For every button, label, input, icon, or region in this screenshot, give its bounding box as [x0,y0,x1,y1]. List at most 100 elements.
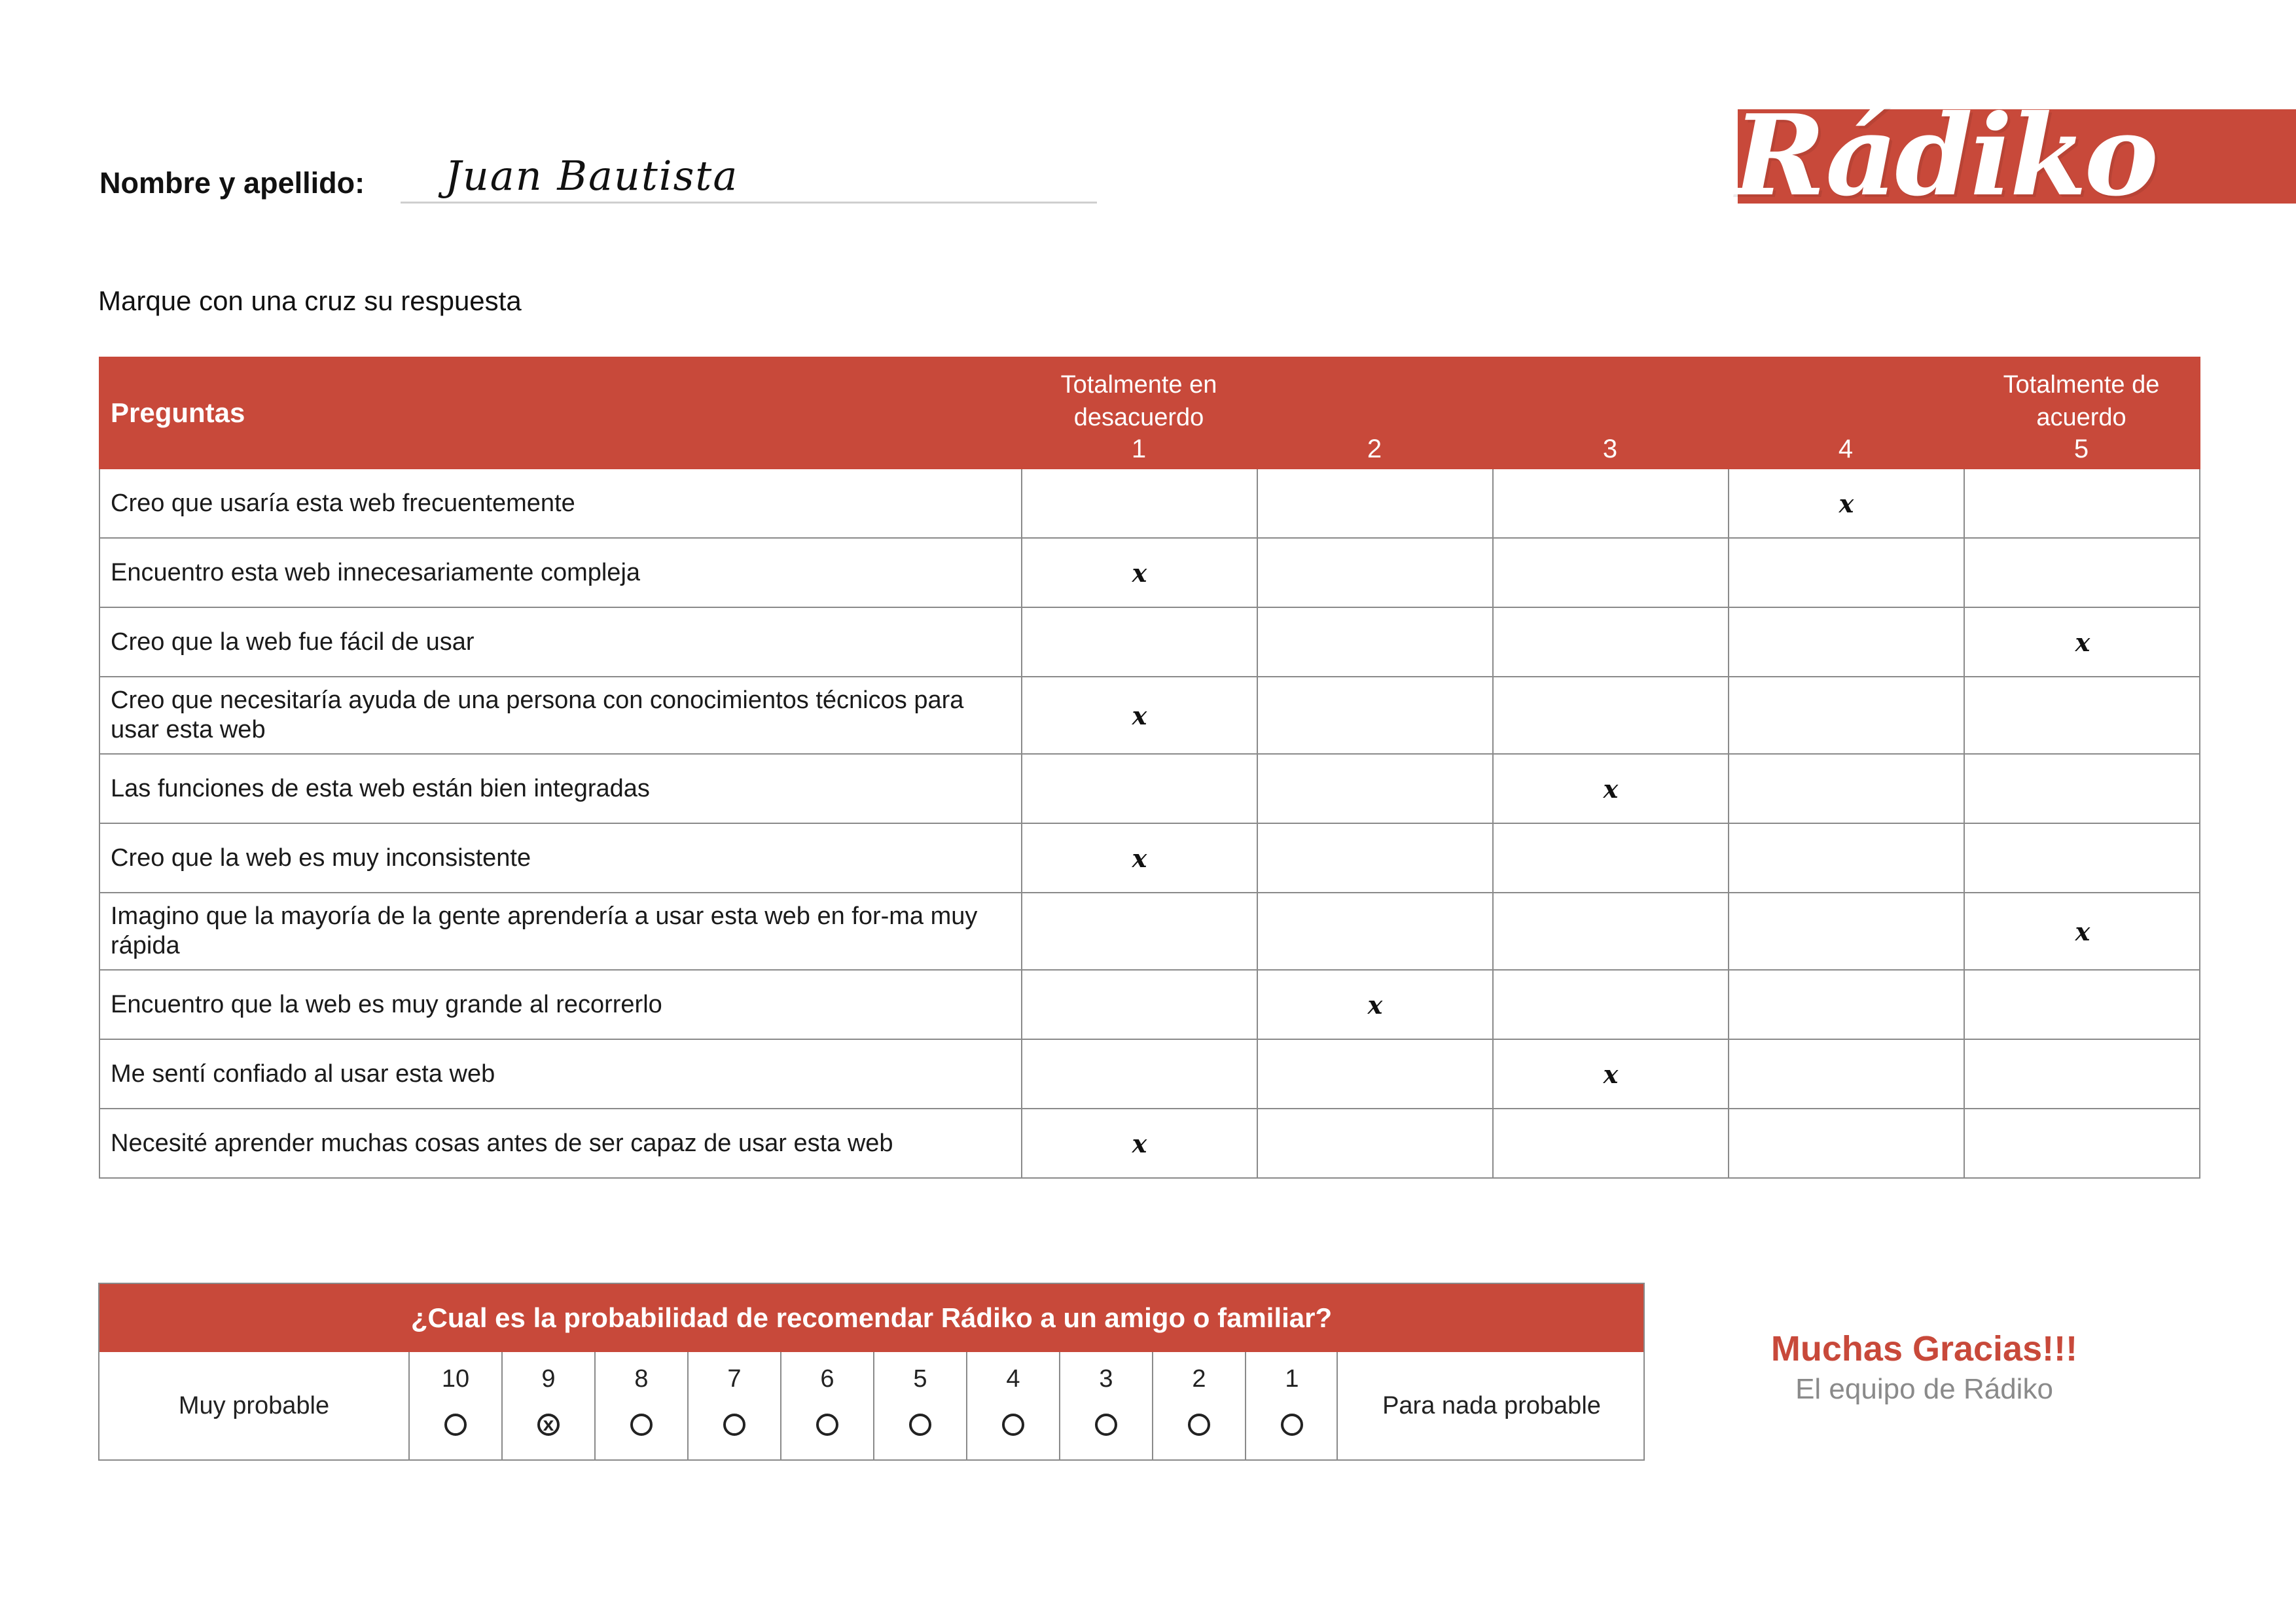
answer-cell-4[interactable]: x [1729,469,1965,537]
nps-radio[interactable] [1002,1414,1024,1436]
question-text: Las funciones de esta web están bien int… [100,755,1022,823]
nps-option-8[interactable]: 8 [594,1352,687,1459]
answer-cell-1[interactable] [1022,1040,1258,1108]
answer-cell-1[interactable] [1022,469,1258,537]
answer-cell-4[interactable] [1729,1040,1965,1108]
nps-option-3[interactable]: 3 [1059,1352,1152,1459]
answer-cell-5[interactable] [1965,677,2200,753]
answer-cell-4[interactable] [1729,971,1965,1039]
answer-cell-3[interactable] [1494,971,1729,1039]
answer-cell-3[interactable] [1494,1109,1729,1177]
nps-option-label: 2 [1192,1365,1206,1393]
nps-option-label: 9 [541,1365,556,1393]
answer-cell-5[interactable] [1965,824,2200,892]
answer-cell-5[interactable] [1965,971,2200,1039]
answer-cell-5[interactable]: x [1965,893,2200,969]
answer-cell-3[interactable] [1494,677,1729,753]
answer-cell-1[interactable] [1022,893,1258,969]
question-text: Necesité aprender muchas cosas antes de … [100,1109,1022,1177]
nps-option-10[interactable]: 10 [408,1352,501,1459]
answer-cell-4[interactable] [1729,755,1965,823]
nps-radio-selected[interactable]: x [537,1414,560,1436]
answer-cell-2[interactable] [1258,608,1494,676]
nps-radio[interactable] [444,1414,467,1436]
cross-mark: x [1132,558,1147,588]
scale-number: 1 [1131,435,1147,463]
answer-cell-2[interactable] [1258,755,1494,823]
nps-radio[interactable] [816,1414,838,1436]
answer-cell-4[interactable] [1729,1109,1965,1177]
table-row: Creo que la web fue fácil de usar x [100,608,2199,677]
brand-logo: Rádiko [1733,90,2159,221]
thanks-subtitle: El equipo de Rádiko [1795,1373,2053,1405]
table-row: Imagino que la mayoría de la gente apren… [100,893,2199,971]
nps-radio[interactable] [630,1414,653,1436]
answer-cell-3[interactable] [1494,539,1729,607]
answer-cell-5[interactable] [1965,755,2200,823]
answer-cell-1[interactable]: x [1022,1109,1258,1177]
nps-option-2[interactable]: 2 [1152,1352,1245,1459]
answer-cell-1[interactable] [1022,755,1258,823]
question-text: Creo que la web es muy inconsistente [100,824,1022,892]
nps-radio[interactable] [1095,1414,1117,1436]
scale-column-4: 4 [1728,357,1964,469]
nps-radio[interactable] [1188,1414,1210,1436]
answer-cell-3[interactable] [1494,824,1729,892]
answer-cell-3[interactable]: x [1494,755,1729,823]
answer-cell-2[interactable]: x [1258,971,1494,1039]
cross-mark: x [1603,774,1619,804]
answer-cell-3[interactable] [1494,469,1729,537]
answer-cell-2[interactable] [1258,677,1494,753]
nps-option-9[interactable]: 9x [501,1352,594,1459]
question-text: Creo que necesitaría ayuda de una person… [100,677,1022,753]
name-label: Nombre y apellido: [99,166,365,200]
name-field[interactable]: Juan Bautista [445,152,738,200]
answer-cell-5[interactable] [1965,1109,2200,1177]
answer-cell-5[interactable] [1965,1040,2200,1108]
answer-cell-1[interactable]: x [1022,677,1258,753]
answer-cell-3[interactable] [1494,608,1729,676]
nps-scale: Muy probable 10 9 x 8 7 6 5 4 3 2 1 Para nada prob… [99,1352,1643,1459]
answer-cell-4[interactable] [1729,539,1965,607]
answer-cell-2[interactable] [1258,539,1494,607]
answer-cell-1[interactable] [1022,608,1258,676]
cross-mark: x [1132,1128,1147,1158]
survey-rows: Creo que usaría esta web frecuentemente x… [99,469,2200,1179]
scale-number: 5 [2073,435,2089,463]
answer-cell-1[interactable] [1022,971,1258,1039]
cross-mark: x [1603,1059,1619,1089]
answer-cell-1[interactable]: x [1022,824,1258,892]
answer-cell-4[interactable] [1729,608,1965,676]
answer-cell-2[interactable] [1258,893,1494,969]
nps-option-4[interactable]: 4 [966,1352,1059,1459]
scale-caption: Totalmente en desacuerdo [1060,371,1217,431]
answer-cell-5[interactable] [1965,469,2200,537]
answer-cell-2[interactable] [1258,824,1494,892]
answer-cell-2[interactable] [1258,1109,1494,1177]
answer-cell-1[interactable]: x [1022,539,1258,607]
nps-radio[interactable] [723,1414,745,1436]
nps-left-label: Muy probable [178,1391,330,1419]
answer-cell-5[interactable]: x [1965,608,2200,676]
nps-option-1[interactable]: 1 [1245,1352,1338,1459]
nps-option-7[interactable]: 7 [687,1352,780,1459]
scale-column-2: 2 [1257,357,1492,469]
answer-cell-3[interactable] [1494,893,1729,969]
scale-column-5: Totalmente de acuerdo 5 [1964,357,2199,469]
answer-cell-4[interactable] [1729,824,1965,892]
answer-cell-4[interactable] [1729,677,1965,753]
instructions-text: Marque con una cruz su respuesta [98,285,522,316]
question-text: Imagino que la mayoría de la gente apren… [100,893,1022,969]
nps-option-6[interactable]: 6 [780,1352,873,1459]
nps-radio[interactable] [1281,1414,1303,1436]
table-row: Necesité aprender muchas cosas antes de … [100,1109,2199,1179]
name-underline [401,202,1097,204]
answer-cell-2[interactable] [1258,1040,1494,1108]
nps-radio[interactable] [909,1414,931,1436]
cross-mark: x [543,1414,554,1435]
answer-cell-5[interactable] [1965,539,2200,607]
answer-cell-3[interactable]: x [1494,1040,1729,1108]
answer-cell-2[interactable] [1258,469,1494,537]
answer-cell-4[interactable] [1729,893,1965,969]
nps-option-5[interactable]: 5 [873,1352,966,1459]
